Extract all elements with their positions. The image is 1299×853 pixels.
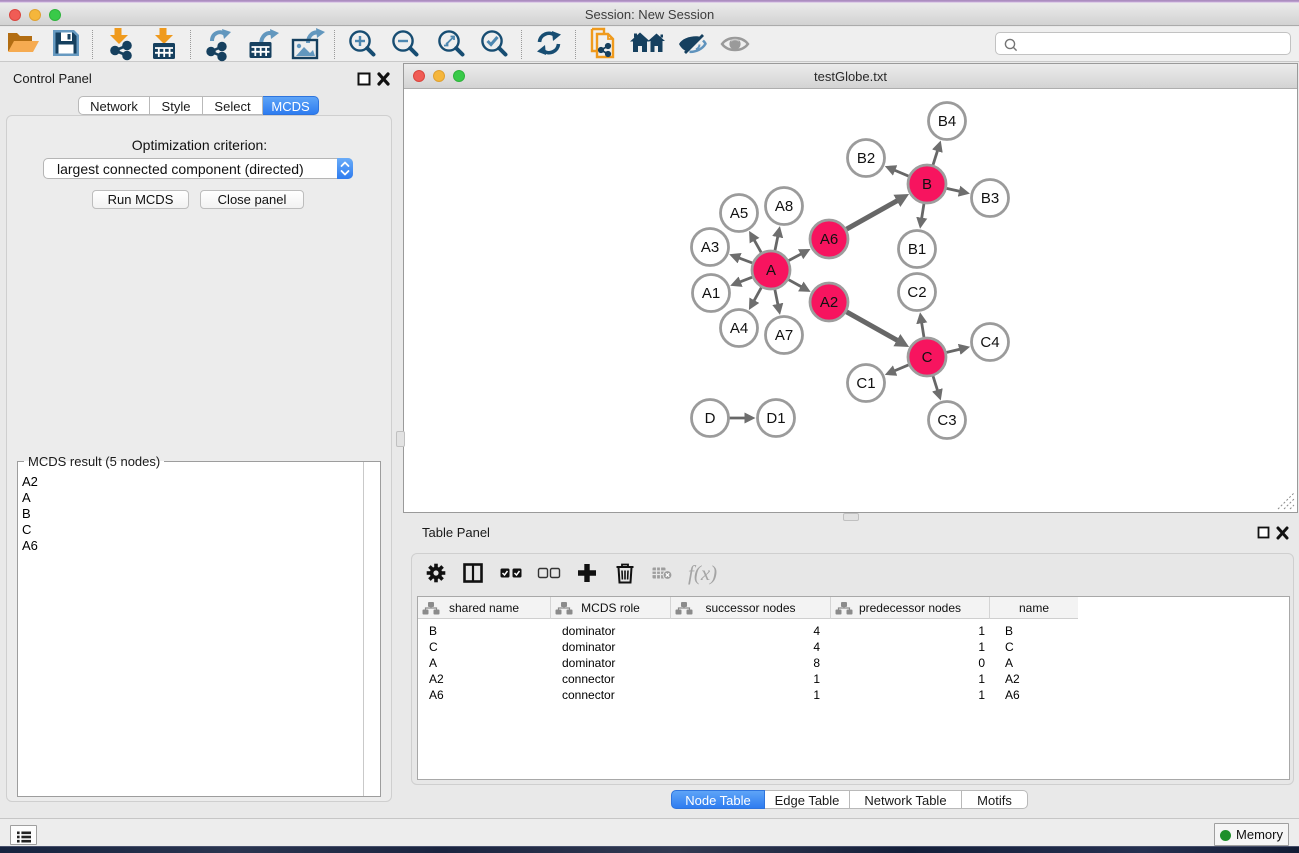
svg-text:f(x): f(x)	[688, 561, 717, 585]
svg-text:B1: B1	[908, 241, 926, 258]
svg-text:D: D	[705, 410, 716, 427]
svg-text:A2: A2	[820, 294, 838, 311]
svg-text:A1: A1	[702, 285, 720, 302]
svg-text:D1: D1	[766, 410, 785, 427]
svg-text:C2: C2	[907, 284, 926, 301]
svg-text:B4: B4	[938, 113, 956, 130]
svg-text:C1: C1	[856, 375, 875, 392]
svg-text:C: C	[922, 349, 933, 366]
svg-text:A8: A8	[775, 198, 793, 215]
svg-text:A3: A3	[701, 239, 719, 256]
svg-text:B3: B3	[981, 190, 999, 207]
svg-text:A: A	[766, 262, 776, 279]
svg-text:A6: A6	[820, 231, 838, 248]
svg-text:A4: A4	[730, 320, 748, 337]
svg-text:B2: B2	[857, 150, 875, 167]
svg-text:B: B	[922, 176, 932, 193]
svg-text:A7: A7	[775, 327, 793, 344]
svg-text:A5: A5	[730, 205, 748, 222]
svg-text:C4: C4	[980, 334, 999, 351]
svg-text:C3: C3	[937, 412, 956, 429]
